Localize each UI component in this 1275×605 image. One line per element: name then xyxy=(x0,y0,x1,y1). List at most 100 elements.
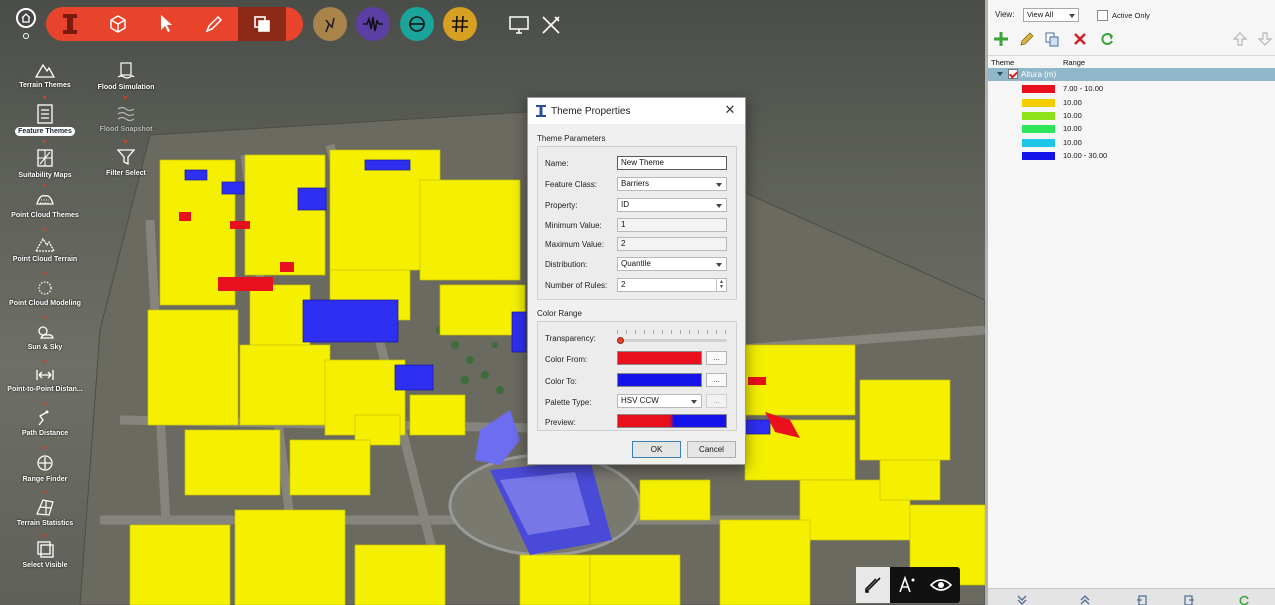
measure-tool-button[interactable] xyxy=(400,7,434,41)
collapse-icon[interactable] xyxy=(1016,594,1028,605)
feature-class-label: Feature Class: xyxy=(545,179,598,189)
select-tool-button[interactable] xyxy=(142,7,190,41)
move-down-button[interactable] xyxy=(1255,29,1275,49)
flood-snapshot-item[interactable]: Flood Snapshot xyxy=(81,104,171,134)
distribution-select[interactable]: Quantile xyxy=(617,257,727,271)
tools-settings-button[interactable] xyxy=(538,12,564,38)
name-input[interactable]: New Theme xyxy=(617,156,727,170)
range-row[interactable]: 10.00 xyxy=(988,137,1275,149)
expand-arrow-icon[interactable] xyxy=(997,72,1003,76)
minimum-value-input[interactable]: 1 xyxy=(617,218,727,232)
flood-simulation-item[interactable]: Flood Simulation xyxy=(81,62,171,92)
feature-themes-item[interactable]: Feature Themes xyxy=(0,104,90,136)
pencil-icon xyxy=(205,15,223,33)
plus-icon xyxy=(994,32,1008,46)
property-select[interactable]: ID xyxy=(617,198,727,212)
export-icon[interactable] xyxy=(1183,594,1195,605)
theme-visible-checkbox[interactable] xyxy=(1008,69,1018,79)
filter-select-item[interactable]: Filter Select xyxy=(81,148,171,178)
screen-tool-button[interactable] xyxy=(506,12,532,38)
copy-theme-button[interactable] xyxy=(1042,29,1062,49)
color-to-label: Color To: xyxy=(545,376,577,386)
refresh-icon[interactable] xyxy=(1238,594,1250,605)
layers-tool-button[interactable] xyxy=(238,7,286,41)
active-only-checkbox[interactable] xyxy=(1097,10,1108,21)
terrain-profile-tool-button[interactable] xyxy=(313,7,347,41)
3d-viewport[interactable]: Terrain Themes Feature Themes Suitabilit… xyxy=(0,0,985,605)
layers-icon xyxy=(254,16,270,32)
terrain-themes-item[interactable]: Terrain Themes xyxy=(0,62,90,90)
refresh-icon xyxy=(1101,33,1113,45)
cancel-button[interactable]: Cancel xyxy=(687,441,736,458)
palette-picker-button[interactable]: ... xyxy=(706,394,727,408)
edit-theme-button[interactable] xyxy=(1017,29,1037,49)
minimum-value-label: Minimum Value: xyxy=(545,220,602,230)
range-row[interactable]: 7.00 - 10.00 xyxy=(988,83,1275,95)
view-select[interactable]: View All xyxy=(1023,8,1079,22)
terrain-statistics-label: Terrain Statistics xyxy=(16,520,74,527)
terrain-statistics-item[interactable]: Terrain Statistics xyxy=(0,498,90,528)
separator-dot xyxy=(43,446,46,449)
theme-column-header: Theme xyxy=(991,58,1015,67)
label-toggle-button[interactable] xyxy=(856,567,890,603)
range-row[interactable]: 10.00 xyxy=(988,110,1275,122)
color-to-swatch[interactable] xyxy=(617,373,702,387)
refresh-theme-button[interactable] xyxy=(1097,29,1117,49)
color-to-picker-button[interactable]: ... xyxy=(706,373,727,387)
spin-arrows-icon[interactable]: ▲ ▼ xyxy=(718,280,725,290)
transparency-ticks xyxy=(617,330,727,334)
path-distance-item[interactable]: Path Distance xyxy=(0,410,90,438)
separator-dot xyxy=(43,140,46,143)
add-theme-button[interactable] xyxy=(991,29,1011,49)
import-icon[interactable] xyxy=(1136,594,1148,605)
active-only-label: Active Only xyxy=(1112,11,1150,20)
draw-tool-button[interactable] xyxy=(190,7,238,41)
feature-class-select[interactable]: Barriers xyxy=(617,177,727,191)
waveform-tool-button[interactable] xyxy=(356,7,390,41)
range-row[interactable]: 10.00 - 30.00 xyxy=(988,150,1275,162)
theme-name: Altura (m) xyxy=(1021,70,1057,79)
select-visible-item[interactable]: Select Visible xyxy=(0,540,90,570)
transparency-slider[interactable] xyxy=(617,339,727,342)
sun-sky-item[interactable]: Sun & Sky xyxy=(0,324,90,352)
home-button[interactable] xyxy=(16,8,36,28)
panel-bottom-toolbar xyxy=(988,588,1275,605)
number-of-rules-spinbox[interactable]: 2 ▲ ▼ xyxy=(617,278,727,292)
range-finder-item[interactable]: Range Finder xyxy=(0,454,90,484)
point-cloud-modeling-item[interactable]: Point Cloud Modeling xyxy=(0,280,90,308)
theme-row-selected[interactable]: Altura (m) xyxy=(988,68,1275,81)
grid-tool-button[interactable] xyxy=(443,7,477,41)
range-value: 10.00 - 30.00 xyxy=(1063,151,1108,160)
move-up-button[interactable] xyxy=(1230,29,1250,49)
range-value: 10.00 xyxy=(1063,98,1082,107)
suitability-maps-item[interactable]: Suitability Maps xyxy=(0,148,90,180)
point-to-point-distance-item[interactable]: Point-to-Point Distan... xyxy=(0,368,90,394)
property-label: Property: xyxy=(545,200,578,210)
color-from-swatch[interactable] xyxy=(617,351,702,365)
separator-dot xyxy=(43,360,46,363)
palette-type-select[interactable]: HSV CCW xyxy=(617,394,702,408)
color-from-picker-button[interactable]: ... xyxy=(706,351,727,365)
point-cloud-themes-item[interactable]: Point Cloud Themes xyxy=(0,192,90,220)
maximum-value-input[interactable]: 2 xyxy=(617,237,727,251)
dialog-title-bar[interactable]: Theme Properties ✕ xyxy=(528,98,745,124)
point-to-point-distance-label: Point-to-Point Distan... xyxy=(7,386,83,393)
close-icon[interactable]: ✕ xyxy=(724,103,736,116)
delete-theme-button[interactable] xyxy=(1070,29,1090,49)
point-cloud-terrain-item[interactable]: Point Cloud Terrain xyxy=(0,236,90,264)
distance-arrows-icon xyxy=(36,370,54,380)
visibility-toggle-button[interactable] xyxy=(924,567,958,603)
separator-dot xyxy=(43,316,46,319)
flood-simulation-label: Flood Simulation xyxy=(97,84,155,91)
info-tool-button[interactable] xyxy=(46,7,94,41)
cube-icon xyxy=(110,15,126,33)
separator-dot xyxy=(43,272,46,275)
ok-button[interactable]: OK xyxy=(632,441,681,458)
range-row[interactable]: 10.00 xyxy=(988,97,1275,109)
text-toggle-button[interactable] xyxy=(890,567,924,603)
expand-icon[interactable] xyxy=(1079,594,1091,605)
range-row[interactable]: 10.00 xyxy=(988,123,1275,135)
transparency-slider-handle[interactable] xyxy=(617,337,624,344)
3d-object-tool-button[interactable] xyxy=(94,7,142,41)
point-cloud-terrain-label: Point Cloud Terrain xyxy=(12,256,78,263)
